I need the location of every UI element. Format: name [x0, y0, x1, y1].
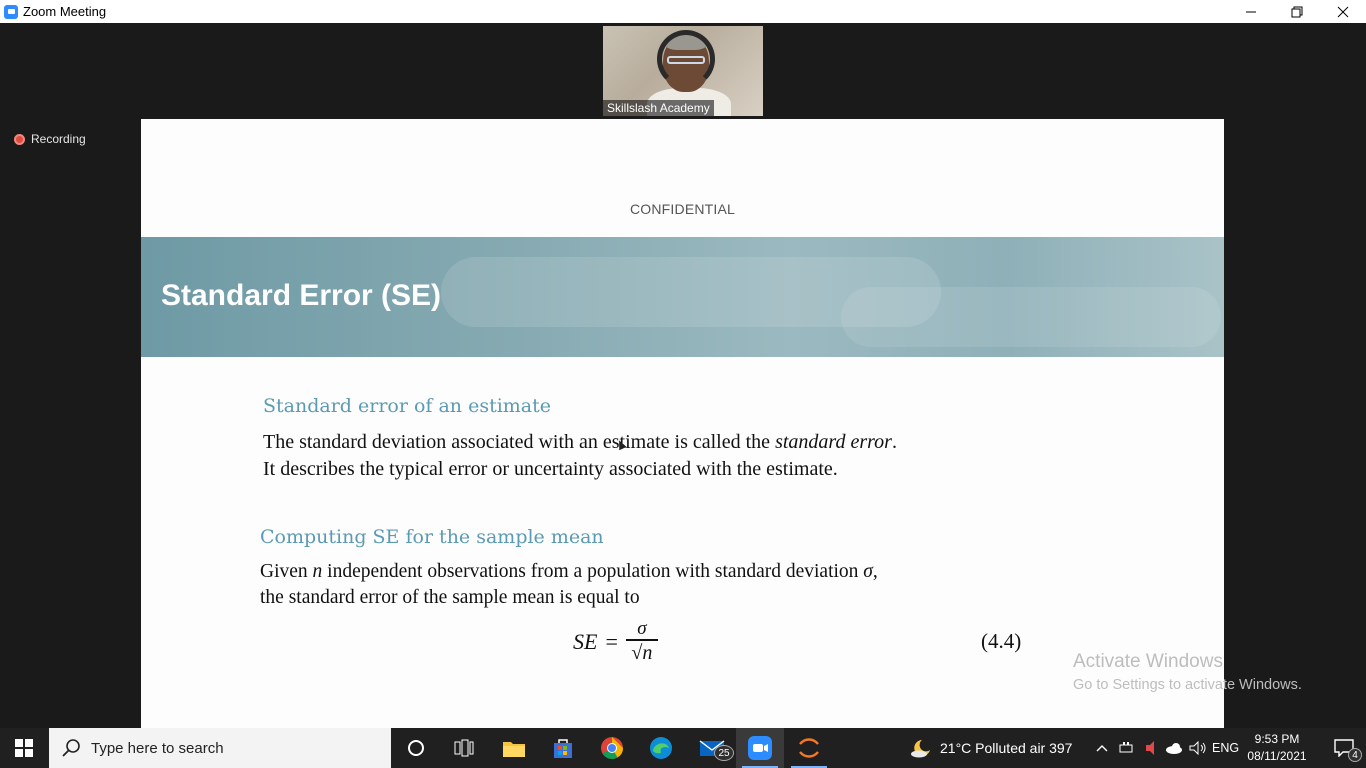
file-explorer-button[interactable] — [490, 728, 538, 768]
show-hidden-icons-button[interactable] — [1090, 728, 1114, 768]
jupyter-button[interactable] — [785, 728, 833, 768]
se-formula: SE = σ √n — [573, 619, 658, 665]
edge-button[interactable] — [637, 728, 685, 768]
battery-button[interactable] — [1114, 728, 1138, 768]
minimize-button[interactable] — [1228, 0, 1274, 23]
section-heading-estimate: Standard error of an estimate — [263, 395, 552, 417]
jupyter-icon — [799, 738, 819, 758]
search-placeholder: Type here to search — [91, 739, 224, 757]
task-view-button[interactable] — [440, 728, 488, 768]
window-title: Zoom Meeting — [23, 4, 107, 19]
clock-time: 9:53 PM — [1254, 732, 1300, 746]
taskbar-clock[interactable]: 9:53 PM 08/11/2021 — [1246, 731, 1308, 765]
chrome-button[interactable] — [588, 728, 636, 768]
mic-in-use-button[interactable] — [1138, 728, 1162, 768]
minimize-icon — [1246, 11, 1256, 12]
task-view-icon — [454, 739, 474, 757]
recording-icon — [14, 133, 25, 145]
participant-name: Skillslash Academy — [603, 100, 714, 116]
action-center-button[interactable]: 4 — [1322, 728, 1366, 768]
section-text-estimate: The standard deviation associated with a… — [263, 431, 897, 480]
moon-cloud-icon — [911, 740, 930, 758]
chevron-up-icon — [1096, 745, 1108, 752]
system-tray-icons — [1090, 728, 1210, 768]
weather-text: 21°C Polluted air 397 — [940, 740, 1073, 756]
chrome-icon — [601, 737, 623, 759]
restore-icon — [1291, 6, 1303, 17]
microphone-icon — [1146, 741, 1154, 755]
folder-icon — [503, 742, 525, 757]
zoom-icon — [748, 736, 772, 760]
mail-button[interactable]: 25 — [688, 728, 736, 768]
onedrive-button[interactable] — [1162, 728, 1186, 768]
shared-slide: CONFIDENTIAL Standard Error (SE) Standar… — [141, 119, 1224, 728]
zoom-taskbar-button[interactable] — [736, 728, 784, 768]
section-text-sample-mean: Given n independent observations from a … — [260, 561, 878, 608]
notification-badge: 4 — [1348, 748, 1362, 762]
clock-date: 08/11/2021 — [1247, 749, 1307, 763]
start-button[interactable] — [0, 728, 48, 768]
window-titlebar: Zoom Meeting — [0, 0, 1366, 23]
volume-button[interactable] — [1186, 728, 1210, 768]
power-plug-icon — [1119, 742, 1133, 753]
meeting-area: Skillslash Academy Recording CONFIDENTIA… — [0, 23, 1366, 728]
activate-windows-watermark: Activate Windows Go to Settings to activ… — [1073, 651, 1302, 693]
cortana-icon — [408, 740, 424, 756]
cloud-icon — [1166, 743, 1182, 754]
weather-widget[interactable]: 21°C Polluted air 397 — [910, 728, 1072, 768]
taskbar: Type here to search 25 21°C Polluted air… — [0, 728, 1366, 768]
speaker-icon — [1189, 741, 1206, 755]
microsoft-store-button[interactable] — [539, 728, 587, 768]
windows-icon — [15, 739, 33, 757]
confidential-label: CONFIDENTIAL — [629, 201, 736, 217]
close-button[interactable] — [1320, 0, 1366, 23]
window-controls — [1228, 0, 1366, 23]
input-language-button[interactable]: ENG — [1212, 728, 1239, 768]
zoom-app-icon — [4, 4, 18, 19]
restore-button[interactable] — [1274, 0, 1320, 23]
participant-video-tile[interactable]: Skillslash Academy — [603, 26, 763, 116]
recording-label: Recording — [31, 132, 86, 146]
mail-badge: 25 — [714, 745, 734, 761]
slide-title: Standard Error (SE) — [161, 279, 442, 312]
store-icon — [554, 739, 572, 758]
close-icon — [1337, 6, 1349, 17]
recording-indicator[interactable]: Recording — [14, 132, 86, 146]
section-heading-sample-mean: Computing SE for the sample mean — [260, 526, 604, 548]
equation-number: (4.4) — [981, 629, 1022, 653]
taskbar-search-box[interactable]: Type here to search — [49, 728, 391, 768]
edge-icon — [650, 737, 672, 759]
cortana-button[interactable] — [392, 728, 440, 768]
search-icon — [62, 739, 80, 757]
